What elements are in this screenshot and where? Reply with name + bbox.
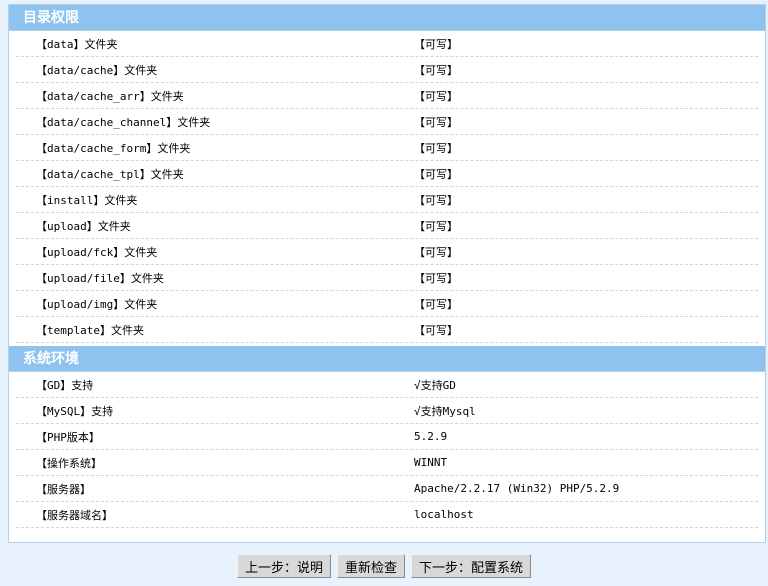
directory-permission-row-value: 【可写】: [414, 323, 458, 337]
system-environment-row-label: 【操作系统】: [36, 456, 102, 470]
system-environment-row-value: 5.2.9: [414, 430, 448, 443]
system-environment-list: 【GD】支持 √支持GD 【MySQL】支持 √支持Mysql 【PHP版本】 5.2.9…: [9, 372, 765, 528]
directory-permission-row-label: 【template】文件夹: [36, 323, 144, 337]
directory-permission-row: 【data/cache_channel】文件夹 【可写】: [16, 109, 758, 135]
directory-permission-row: 【data/cache】文件夹 【可写】: [16, 57, 758, 83]
directory-permission-row: 【template】文件夹 【可写】: [16, 317, 758, 343]
navigation-buttons: 上一步：说明 重新检查 下一步：配置系统: [0, 554, 768, 578]
system-environment-row: 【服务器域名】 localhost: [16, 502, 758, 528]
system-environment-row-label: 【服务器】: [36, 482, 91, 496]
system-environment-row-label: 【MySQL】支持: [36, 404, 114, 418]
directory-permission-row-label: 【data/cache_channel】文件夹: [36, 115, 211, 129]
directory-permission-row-value: 【可写】: [414, 271, 458, 285]
directory-permission-row: 【upload】文件夹 【可写】: [16, 213, 758, 239]
directory-permissions-header: 目录权限: [9, 5, 765, 31]
directory-permission-row-label: 【data/cache】文件夹: [36, 63, 158, 77]
system-environment-row-value: Apache/2.2.17 (Win32) PHP/5.2.9: [414, 482, 620, 495]
directory-permission-row-value: 【可写】: [414, 219, 458, 233]
system-environment-row-value: WINNT: [414, 456, 448, 469]
directory-permission-row-label: 【data/cache_form】文件夹: [36, 141, 191, 155]
directory-permission-row: 【install】文件夹 【可写】: [16, 187, 758, 213]
system-environment-row: 【服务器】 Apache/2.2.17 (Win32) PHP/5.2.9: [16, 476, 758, 502]
directory-permission-row: 【data】文件夹 【可写】: [16, 31, 758, 57]
system-environment-row: 【操作系统】 WINNT: [16, 450, 758, 476]
directory-permission-row: 【data/cache_tpl】文件夹 【可写】: [16, 161, 758, 187]
directory-permission-row-value: 【可写】: [414, 115, 458, 129]
directory-permission-row-value: 【可写】: [414, 63, 458, 77]
system-environment-row: 【GD】支持 √支持GD: [16, 372, 758, 398]
directory-permission-row-value: 【可写】: [414, 37, 458, 51]
directory-permission-row-label: 【data/cache_tpl】文件夹: [36, 167, 184, 181]
directory-permission-row-value: 【可写】: [414, 167, 458, 181]
system-environment-row: 【PHP版本】 5.2.9: [16, 424, 758, 450]
directory-permission-row: 【data/cache_form】文件夹 【可写】: [16, 135, 758, 161]
directory-permission-row-value: 【可写】: [414, 193, 458, 207]
directory-permission-row-label: 【data/cache_arr】文件夹: [36, 89, 184, 103]
system-environment-row-value: √支持GD: [414, 378, 456, 392]
directory-permission-row: 【upload/fck】文件夹 【可写】: [16, 239, 758, 265]
directory-permission-row-label: 【upload/fck】文件夹: [36, 245, 158, 259]
system-environment-row-label: 【服务器域名】: [36, 508, 113, 522]
directory-permission-row-label: 【upload/file】文件夹: [36, 271, 164, 285]
system-environment-row-label: 【PHP版本】: [36, 430, 100, 444]
system-environment-row-label: 【GD】支持: [36, 378, 94, 392]
system-environment-row-value: √支持Mysql: [414, 404, 476, 418]
directory-permission-row-value: 【可写】: [414, 245, 458, 259]
previous-step-button[interactable]: 上一步：说明: [236, 554, 331, 578]
directory-permission-row: 【upload/file】文件夹 【可写】: [16, 265, 758, 291]
directory-permission-row-label: 【upload/img】文件夹: [36, 297, 158, 311]
directory-permission-row-value: 【可写】: [414, 141, 458, 155]
directory-permission-row-label: 【install】文件夹: [36, 193, 138, 207]
directory-permission-row: 【upload/img】文件夹 【可写】: [16, 291, 758, 317]
system-environment-row-value: localhost: [414, 508, 474, 521]
directory-permission-row-label: 【upload】文件夹: [36, 219, 131, 233]
install-check-panel: 目录权限 【data】文件夹 【可写】 【data/cache】文件夹 【可写】 【da…: [8, 4, 766, 543]
directory-permission-row-value: 【可写】: [414, 89, 458, 103]
system-environment-header: 系统环境: [9, 346, 765, 372]
directory-permission-row: 【data/cache_arr】文件夹 【可写】: [16, 83, 758, 109]
directory-permission-row-label: 【data】文件夹: [36, 37, 118, 51]
next-step-button[interactable]: 下一步：配置系统: [411, 554, 532, 578]
system-environment-row: 【MySQL】支持 √支持Mysql: [16, 398, 758, 424]
directory-permission-row-value: 【可写】: [414, 297, 458, 311]
directory-permissions-list: 【data】文件夹 【可写】 【data/cache】文件夹 【可写】 【data/ca…: [9, 31, 765, 343]
recheck-button[interactable]: 重新检查: [336, 554, 405, 578]
